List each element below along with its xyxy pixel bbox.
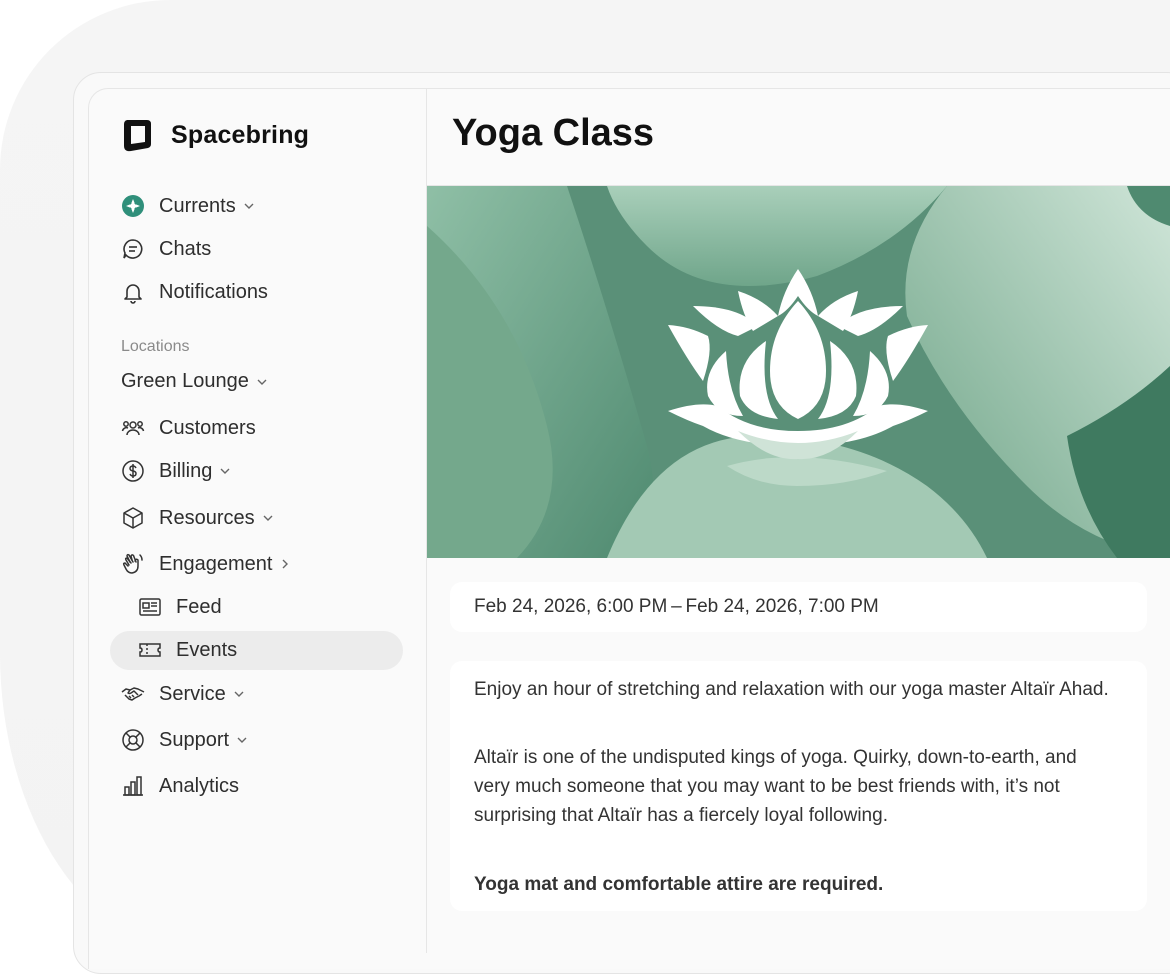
sidebar-item-label: Events bbox=[176, 638, 238, 661]
lotus-artwork bbox=[427, 186, 1170, 558]
chevron-down-icon bbox=[237, 737, 247, 743]
chevron-down-icon bbox=[234, 691, 244, 697]
dollar-icon bbox=[121, 459, 145, 483]
bar-chart-icon bbox=[121, 774, 145, 798]
event-date-range: Feb 24, 2026, 6:00 PM – Feb 24, 2026, 7:… bbox=[474, 596, 879, 617]
brand-name: Spacebring bbox=[171, 120, 310, 149]
users-icon bbox=[121, 416, 145, 440]
sidebar-item-label: Chats bbox=[159, 237, 212, 260]
chevron-down-icon bbox=[220, 468, 230, 474]
chat-icon bbox=[121, 237, 145, 261]
sidebar-item-label: Analytics bbox=[159, 774, 240, 797]
sidebar: Spacebring Currents Chats Notifications … bbox=[88, 88, 427, 953]
event-cover-image bbox=[427, 186, 1170, 558]
sidebar-item-label: Customers bbox=[159, 416, 256, 439]
event-description-card: Enjoy an hour of stretching and relaxati… bbox=[450, 661, 1147, 911]
ticket-icon bbox=[138, 638, 162, 662]
sidebar-item-customers[interactable]: Customers bbox=[121, 410, 256, 446]
sidebar-item-chats[interactable]: Chats bbox=[121, 231, 211, 267]
handshake-icon bbox=[121, 682, 145, 706]
chevron-right-icon bbox=[282, 559, 289, 569]
sidebar-item-label: Service bbox=[159, 682, 226, 705]
brand-logo[interactable]: Spacebring bbox=[121, 118, 309, 152]
event-description-intro: Enjoy an hour of stretching and relaxati… bbox=[474, 679, 1109, 700]
location-selector[interactable]: Green Lounge bbox=[121, 370, 268, 393]
chevron-down-icon bbox=[257, 379, 267, 385]
lifebuoy-icon bbox=[121, 728, 145, 752]
location-name: Green Lounge bbox=[121, 370, 249, 392]
currents-icon bbox=[121, 194, 145, 218]
cube-icon bbox=[121, 506, 145, 530]
sidebar-item-events[interactable]: Events bbox=[138, 632, 237, 668]
sidebar-item-label: Resources bbox=[159, 506, 255, 529]
page-title: Yoga Class bbox=[452, 112, 655, 154]
sidebar-item-label: Engagement bbox=[159, 552, 273, 575]
sidebar-item-label: Currents bbox=[159, 194, 236, 217]
sidebar-item-feed[interactable]: Feed bbox=[138, 589, 222, 625]
wave-hand-icon bbox=[121, 552, 145, 576]
chevron-down-icon bbox=[244, 203, 254, 209]
spacebring-logo-icon bbox=[124, 120, 151, 152]
sidebar-item-billing[interactable]: Billing bbox=[121, 453, 231, 489]
sidebar-item-label: Notifications bbox=[159, 280, 268, 303]
sidebar-item-currents[interactable]: Currents bbox=[121, 188, 255, 224]
chevron-down-icon bbox=[263, 515, 273, 521]
sidebar-item-service[interactable]: Service bbox=[121, 676, 245, 712]
sidebar-item-label: Support bbox=[159, 728, 230, 751]
sidebar-item-label: Feed bbox=[176, 595, 222, 618]
locations-section-label: Locations bbox=[121, 338, 190, 355]
sidebar-item-engagement[interactable]: Engagement bbox=[121, 546, 291, 582]
event-description-host: Altaïr is one of the undisputed kings of… bbox=[474, 747, 1077, 826]
sidebar-item-analytics[interactable]: Analytics bbox=[121, 768, 239, 804]
sidebar-item-label: Billing bbox=[159, 459, 213, 482]
sidebar-item-resources[interactable]: Resources bbox=[121, 500, 274, 536]
sidebar-item-support[interactable]: Support bbox=[121, 722, 248, 758]
sidebar-item-notifications[interactable]: Notifications bbox=[121, 274, 268, 310]
event-requirements: Yoga mat and comfortable attire are requ… bbox=[474, 874, 884, 895]
newspaper-icon bbox=[138, 595, 162, 619]
bell-icon bbox=[121, 280, 145, 304]
event-date-card: Feb 24, 2026, 6:00 PM – Feb 24, 2026, 7:… bbox=[450, 582, 1147, 632]
